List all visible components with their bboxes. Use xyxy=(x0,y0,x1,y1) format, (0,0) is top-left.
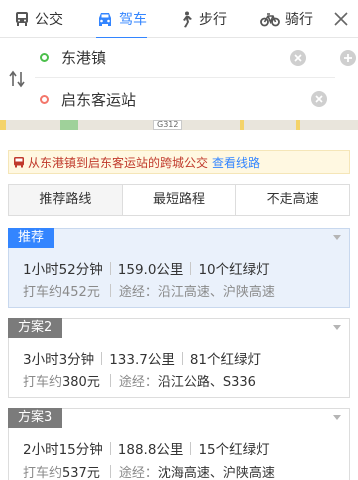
map-road xyxy=(240,120,244,130)
tab-walk-label: 步行 xyxy=(199,12,227,28)
start-point-field[interactable]: 东港镇 xyxy=(35,38,356,78)
add-waypoint-icon[interactable] xyxy=(340,50,356,66)
plan-badge: 方案2 xyxy=(8,318,63,338)
expand-arrow-icon[interactable] xyxy=(333,415,341,420)
map-background[interactable]: G312 xyxy=(0,120,358,130)
tab-bus-label: 公交 xyxy=(35,12,63,28)
plan-duration: 3小时3分钟 xyxy=(23,352,95,368)
travel-mode-bar: 公交 驾车 步行 骑行 xyxy=(0,0,358,39)
route-input-panel: 东港镇 启东客运站 xyxy=(0,38,358,120)
view-route-link[interactable]: 查看线路 xyxy=(212,154,260,171)
intercity-bus-notice: 从东港镇到启东客运站的跨城公交 查看线路 xyxy=(8,150,350,174)
expand-arrow-icon[interactable] xyxy=(333,325,341,330)
walk-icon xyxy=(183,11,192,27)
tab-recommended-route[interactable]: 推荐路线 xyxy=(9,185,122,215)
taxi-label: 打车约 xyxy=(23,375,63,390)
end-point-text: 启东客运站 xyxy=(61,90,137,109)
end-point-field[interactable]: 启东客运站 xyxy=(35,79,335,119)
start-point-text: 东港镇 xyxy=(61,49,107,67)
divider xyxy=(109,284,111,297)
divider xyxy=(109,261,111,275)
tab-bike-label: 骑行 xyxy=(285,12,313,28)
plan-traffic-lights: 10个红绿灯 xyxy=(198,262,270,278)
clear-end-icon[interactable] xyxy=(311,91,327,107)
divider xyxy=(109,465,111,478)
map-road xyxy=(0,120,6,130)
plan-duration: 1小时52分钟 xyxy=(23,262,103,278)
tab-avoid-highway[interactable]: 不走高速 xyxy=(235,185,350,215)
tab-shortest-distance[interactable]: 最短路程 xyxy=(121,185,236,215)
plan-traffic-lights: 15个红绿灯 xyxy=(198,442,270,458)
plan-badge: 推荐 xyxy=(8,228,55,248)
via-label: 途经： xyxy=(118,466,158,480)
tab-bus[interactable]: 公交 xyxy=(14,0,63,38)
plan-traffic-lights: 81个红绿灯 xyxy=(189,352,262,368)
via-roads: 沿江高速、沪陕高速 xyxy=(157,285,275,300)
map-park xyxy=(60,120,78,130)
car-icon xyxy=(99,13,111,26)
divider xyxy=(181,351,183,365)
route-plan-2[interactable]: 方案2 3小时3分钟 133.7公里 81个红绿灯 打车约 380元 途经： 沿江公… xyxy=(8,318,350,398)
tab-bike[interactable]: 骑行 xyxy=(260,0,313,38)
via-label: 途经： xyxy=(118,285,158,300)
via-label: 途经： xyxy=(118,375,158,390)
divider xyxy=(190,261,192,275)
route-preference-tabs: 推荐路线 最短路程 不走高速 xyxy=(8,184,350,216)
end-dot-icon xyxy=(40,94,49,104)
bus-icon xyxy=(14,157,24,168)
taxi-fare: 380元 xyxy=(62,375,100,390)
taxi-fare: 452元 xyxy=(62,285,100,300)
tab-walk[interactable]: 步行 xyxy=(178,0,227,38)
tab-car[interactable]: 驾车 xyxy=(96,0,147,39)
map-road-label: G312 xyxy=(153,120,183,130)
notice-text: 从东港镇到启东客运站的跨城公交 xyxy=(28,155,209,170)
clear-start-icon[interactable] xyxy=(290,49,306,66)
taxi-fare: 537元 xyxy=(62,466,100,480)
expand-arrow-icon[interactable] xyxy=(333,235,341,240)
tab-car-label: 驾车 xyxy=(119,12,147,28)
via-roads: 沿江公路、S336 xyxy=(157,375,256,390)
plan-duration: 2小时15分钟 xyxy=(23,442,103,458)
divider xyxy=(109,374,111,387)
divider xyxy=(190,441,192,455)
taxi-label: 打车约 xyxy=(23,285,63,300)
plan-distance: 188.8公里 xyxy=(117,442,184,458)
taxi-label: 打车约 xyxy=(23,466,63,480)
route-plan-1[interactable]: 推荐 1小时52分钟 159.0公里 10个红绿灯 打车约 452元 途经： 沿江高… xyxy=(8,228,350,308)
close-icon[interactable] xyxy=(330,8,352,30)
swap-icon[interactable] xyxy=(9,70,25,88)
divider xyxy=(101,351,103,365)
bus-icon xyxy=(16,12,28,26)
divider xyxy=(109,441,111,455)
via-roads: 沈海高速、沪陕高速 xyxy=(157,466,275,480)
plan-distance: 133.7公里 xyxy=(109,352,175,368)
bike-icon xyxy=(260,13,280,27)
map-road xyxy=(296,120,300,130)
plan-badge: 方案3 xyxy=(8,408,63,428)
start-dot-icon xyxy=(40,53,49,62)
route-plan-3[interactable]: 方案3 2小时15分钟 188.8公里 15个红绿灯 打车约 537元 途经： 沈海… xyxy=(8,408,350,480)
plan-distance: 159.0公里 xyxy=(117,262,184,278)
